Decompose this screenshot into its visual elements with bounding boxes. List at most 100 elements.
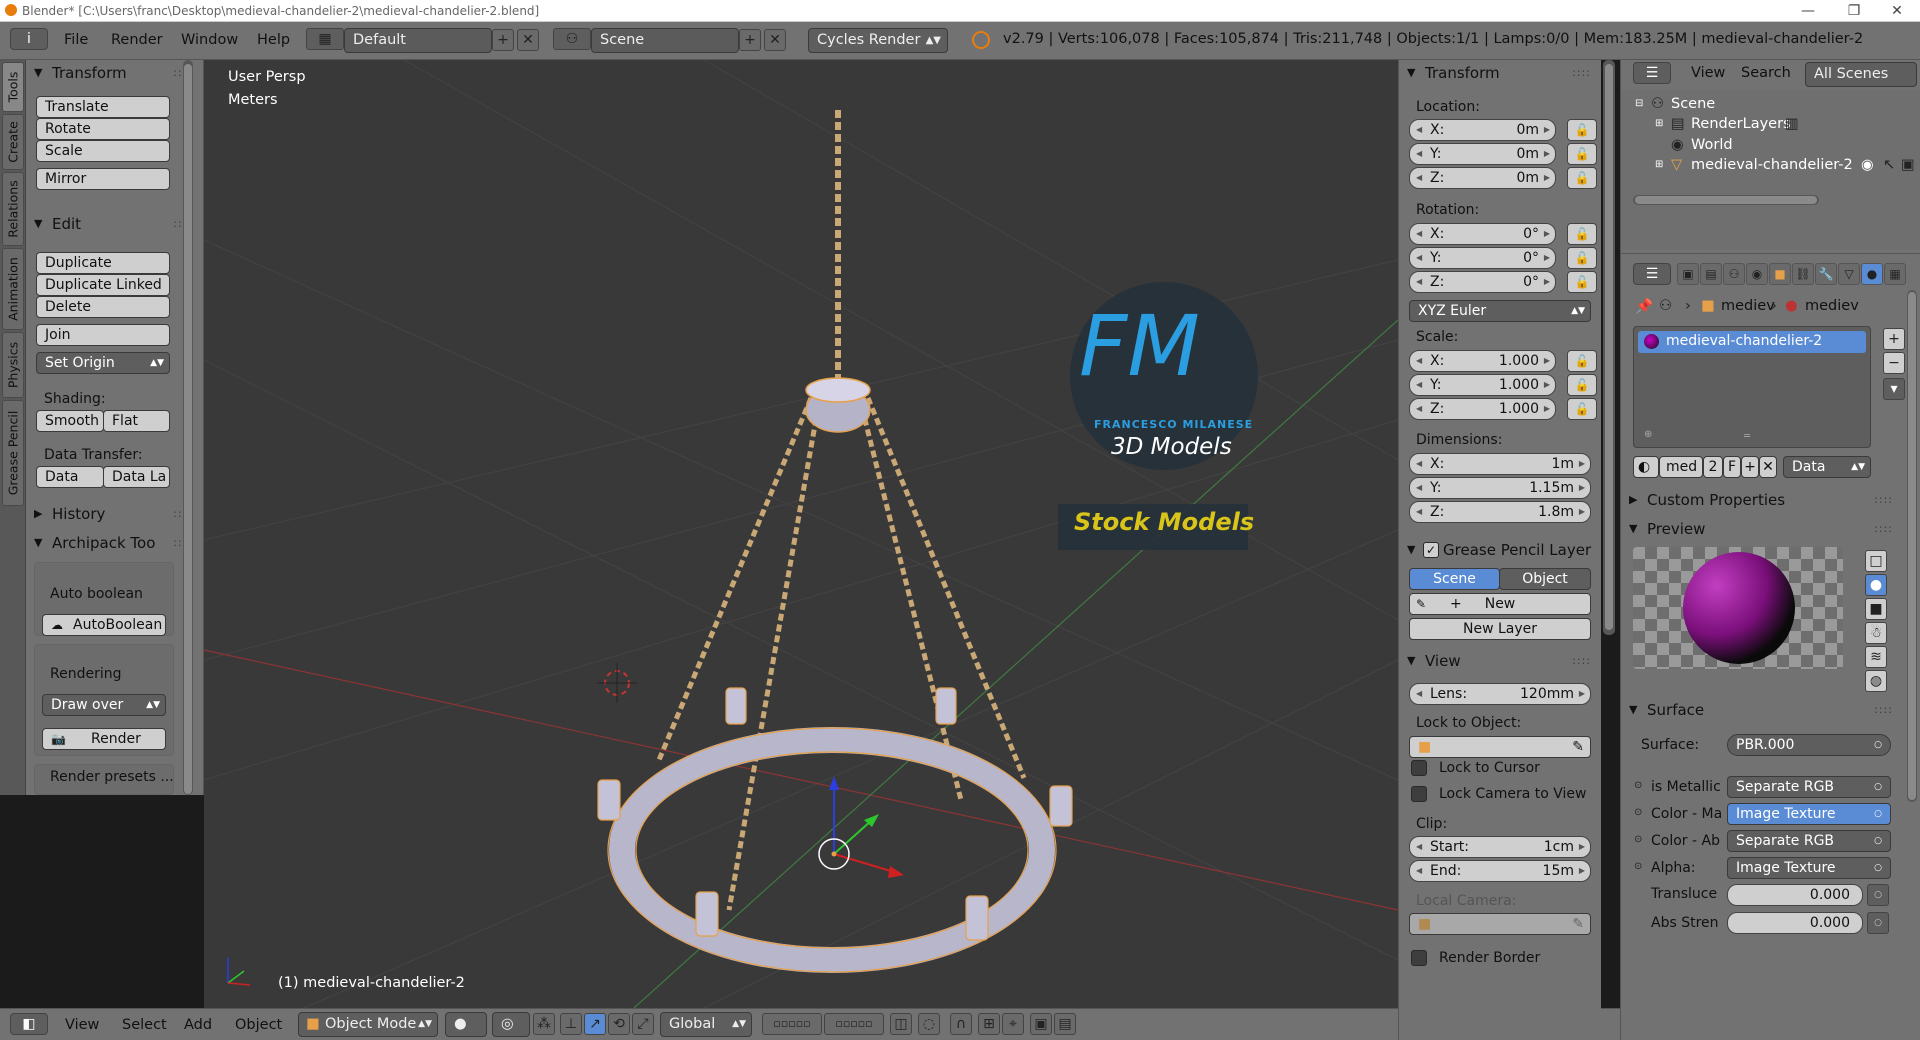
increment-arrow-icon[interactable]: ▶ [1579, 684, 1585, 704]
material-slot-list[interactable]: medieval-chandelier-2 ⊕ ═ [1633, 326, 1871, 448]
scale-y-field[interactable]: ◀ Y: 1.000 ▶ [1409, 374, 1556, 396]
renderability-camera-icon[interactable]: ▣ [1901, 157, 1915, 173]
pin-icon[interactable]: 📌 [1635, 298, 1653, 315]
set-origin-dropdown[interactable]: Set Origin ▲▼ [36, 352, 170, 374]
decrement-arrow-icon[interactable]: ◀ [1416, 502, 1422, 522]
mode-selector[interactable]: ■ Object Mode ▲▼ [298, 1012, 438, 1037]
lock-location-x-icon[interactable]: 🔓 [1567, 119, 1597, 141]
scene-icon[interactable]: ⚇ [553, 28, 591, 50]
gizmo-y-axis[interactable] [833, 819, 873, 855]
editor-type-properties-icon[interactable]: ☰ [1633, 263, 1671, 285]
modifiers-tab-icon[interactable]: 🔧 [1815, 263, 1837, 285]
socket-expand-icon[interactable]: ⊙ [1634, 780, 1642, 791]
draw-over-dropdown[interactable]: Draw over ▲▼ [42, 694, 166, 716]
lock-location-y-icon[interactable]: 🔓 [1567, 143, 1597, 165]
scale-button[interactable]: Scale [36, 140, 170, 162]
scale-x-field[interactable]: ◀ X: 1.000 ▶ [1409, 350, 1556, 372]
duplicate-button[interactable]: Duplicate [36, 252, 170, 274]
translate-button[interactable]: Translate [36, 96, 170, 118]
lock-scale-x-icon[interactable]: 🔓 [1567, 350, 1597, 372]
auto-boolean-button[interactable]: ☁ AutoBoolean [42, 614, 166, 636]
tab-physics[interactable]: Physics [2, 332, 24, 398]
layers-row-2[interactable]: ▫▫▫▫▫ [824, 1013, 884, 1035]
input-color-ab-node[interactable]: Separate RGB ○ [1727, 830, 1891, 852]
lock-object-field[interactable]: ■ ✎ [1409, 736, 1591, 758]
lock-rotation-x-icon[interactable]: 🔓 [1567, 223, 1597, 245]
lock-scale-y-icon[interactable]: 🔓 [1567, 374, 1597, 396]
unlink-material-icon[interactable]: ✕ [1759, 456, 1777, 478]
increment-arrow-icon[interactable]: ▶ [1544, 272, 1550, 292]
maximize-button[interactable]: ❐ [1831, 0, 1877, 22]
delete-button[interactable]: Delete [36, 296, 170, 318]
tab-grease-pencil[interactable]: Grease Pencil [2, 400, 24, 506]
decrement-arrow-icon[interactable]: ◀ [1416, 248, 1422, 268]
scale-manipulator-icon[interactable]: ⤢ [632, 1013, 654, 1035]
close-button[interactable]: ✕ [1874, 0, 1920, 22]
remove-material-slot-icon[interactable]: − [1883, 352, 1905, 374]
manipulator-toggle-icon[interactable]: ⊥ [560, 1013, 582, 1035]
decrement-arrow-icon[interactable]: ◀ [1416, 272, 1422, 292]
scene-selector[interactable]: Scene [591, 28, 739, 53]
pivot-point-selector[interactable]: ◎ [492, 1012, 530, 1037]
layers-row-1[interactable]: ▫▫▫▫▫ [762, 1013, 822, 1035]
translucency-field[interactable]: 0.000 [1727, 884, 1863, 906]
tab-tools[interactable]: Tools [2, 62, 24, 112]
editor-type-info-icon[interactable]: i [10, 28, 48, 50]
decrement-arrow-icon[interactable]: ◀ [1416, 478, 1422, 498]
increment-arrow-icon[interactable]: ▶ [1579, 837, 1585, 857]
remove-layout-icon[interactable]: ✕ [517, 29, 539, 51]
list-resize-grip[interactable]: ═ [1744, 431, 1750, 442]
render-tab-icon[interactable]: ▣ [1677, 263, 1699, 285]
data-tab-icon[interactable]: ▽ [1838, 263, 1860, 285]
display-mode-selector[interactable]: All Scenes [1805, 62, 1917, 87]
location-x-field[interactable]: ◀ X: 0m ▶ [1409, 119, 1556, 141]
3d-viewport[interactable]: User Persp Meters (1) medieval-chandelie… [204, 60, 1398, 1008]
socket-link-icon[interactable]: ○ [1867, 884, 1889, 906]
surface-header[interactable]: ▼ Surface:::: [1621, 697, 1901, 723]
layer-lock-icon[interactable]: ◫ [890, 1013, 912, 1035]
expand-object-icon[interactable]: ⊞ [1655, 159, 1663, 170]
rotation-mode-dropdown[interactable]: XYZ Euler ▲▼ [1409, 300, 1591, 322]
object-tab-icon[interactable]: ■ [1769, 263, 1791, 285]
render-button[interactable]: 📷 Render [42, 728, 166, 750]
increment-arrow-icon[interactable]: ▶ [1579, 502, 1585, 522]
smooth-button[interactable]: Smooth [36, 410, 104, 432]
viewport-shading-selector[interactable]: ● [445, 1012, 487, 1037]
archipack-panel-header[interactable]: ▼Archipack Too:::: [26, 530, 200, 556]
snap-magnet-icon[interactable]: ∩ [950, 1013, 972, 1035]
decrement-arrow-icon[interactable]: ◀ [1416, 351, 1422, 371]
tab-create[interactable]: Create [2, 114, 24, 170]
lock-rotation-z-icon[interactable]: 🔓 [1567, 271, 1597, 293]
grease-pencil-layers-header[interactable]: ▼ ✓ Grease Pencil Layer [1399, 537, 1599, 563]
render-presets-label[interactable]: Render presets ... [50, 769, 174, 785]
menu-view[interactable]: View [65, 1017, 99, 1033]
increment-arrow-icon[interactable]: ▶ [1579, 454, 1585, 474]
scale-z-field[interactable]: ◀ Z: 1.000 ▶ [1409, 398, 1556, 420]
decrement-arrow-icon[interactable]: ◀ [1416, 144, 1422, 164]
increment-arrow-icon[interactable]: ▶ [1544, 399, 1550, 419]
snap-element-icon[interactable]: ⊞ [978, 1013, 1000, 1035]
minimize-button[interactable]: — [1785, 0, 1831, 22]
render-engine-select[interactable]: Cycles Render ▲▼ [808, 28, 948, 53]
gizmo-x-axis[interactable] [833, 853, 895, 873]
gp-new-layer-button[interactable]: New Layer [1409, 618, 1591, 640]
scrollbar-thumb[interactable] [1908, 292, 1916, 800]
menu-window[interactable]: Window [181, 32, 238, 48]
material-specials-icon[interactable]: ▾ [1883, 378, 1905, 400]
data-transfer-button[interactable]: Data [36, 466, 104, 488]
transform-panel-header[interactable]: ▼Transform:::: [26, 60, 200, 86]
outliner-item-scene[interactable]: Scene [1671, 96, 1715, 112]
menu-select[interactable]: Select [122, 1017, 167, 1033]
increment-arrow-icon[interactable]: ▶ [1544, 351, 1550, 371]
preview-sphere-icon[interactable]: ● [1865, 574, 1887, 596]
outliner-item-renderlayers[interactable]: RenderLayers [1691, 116, 1791, 132]
surface-shader-selector[interactable]: PBR.000 ○ [1727, 734, 1891, 756]
proportional-editing-icon[interactable]: ◌ [918, 1013, 940, 1035]
preview-world-icon[interactable]: ◍ [1865, 670, 1887, 692]
expand-renderlayers-icon[interactable]: ⊞ [1655, 118, 1663, 129]
custom-properties-header[interactable]: ▶ Custom Properties:::: [1621, 487, 1901, 513]
fake-user-toggle[interactable]: F [1723, 456, 1741, 478]
data-layout-button[interactable]: Data La [103, 466, 170, 488]
dimension-y-field[interactable]: ◀ Y: 1.15m ▶ [1409, 477, 1591, 499]
decrement-arrow-icon[interactable]: ◀ [1416, 454, 1422, 474]
